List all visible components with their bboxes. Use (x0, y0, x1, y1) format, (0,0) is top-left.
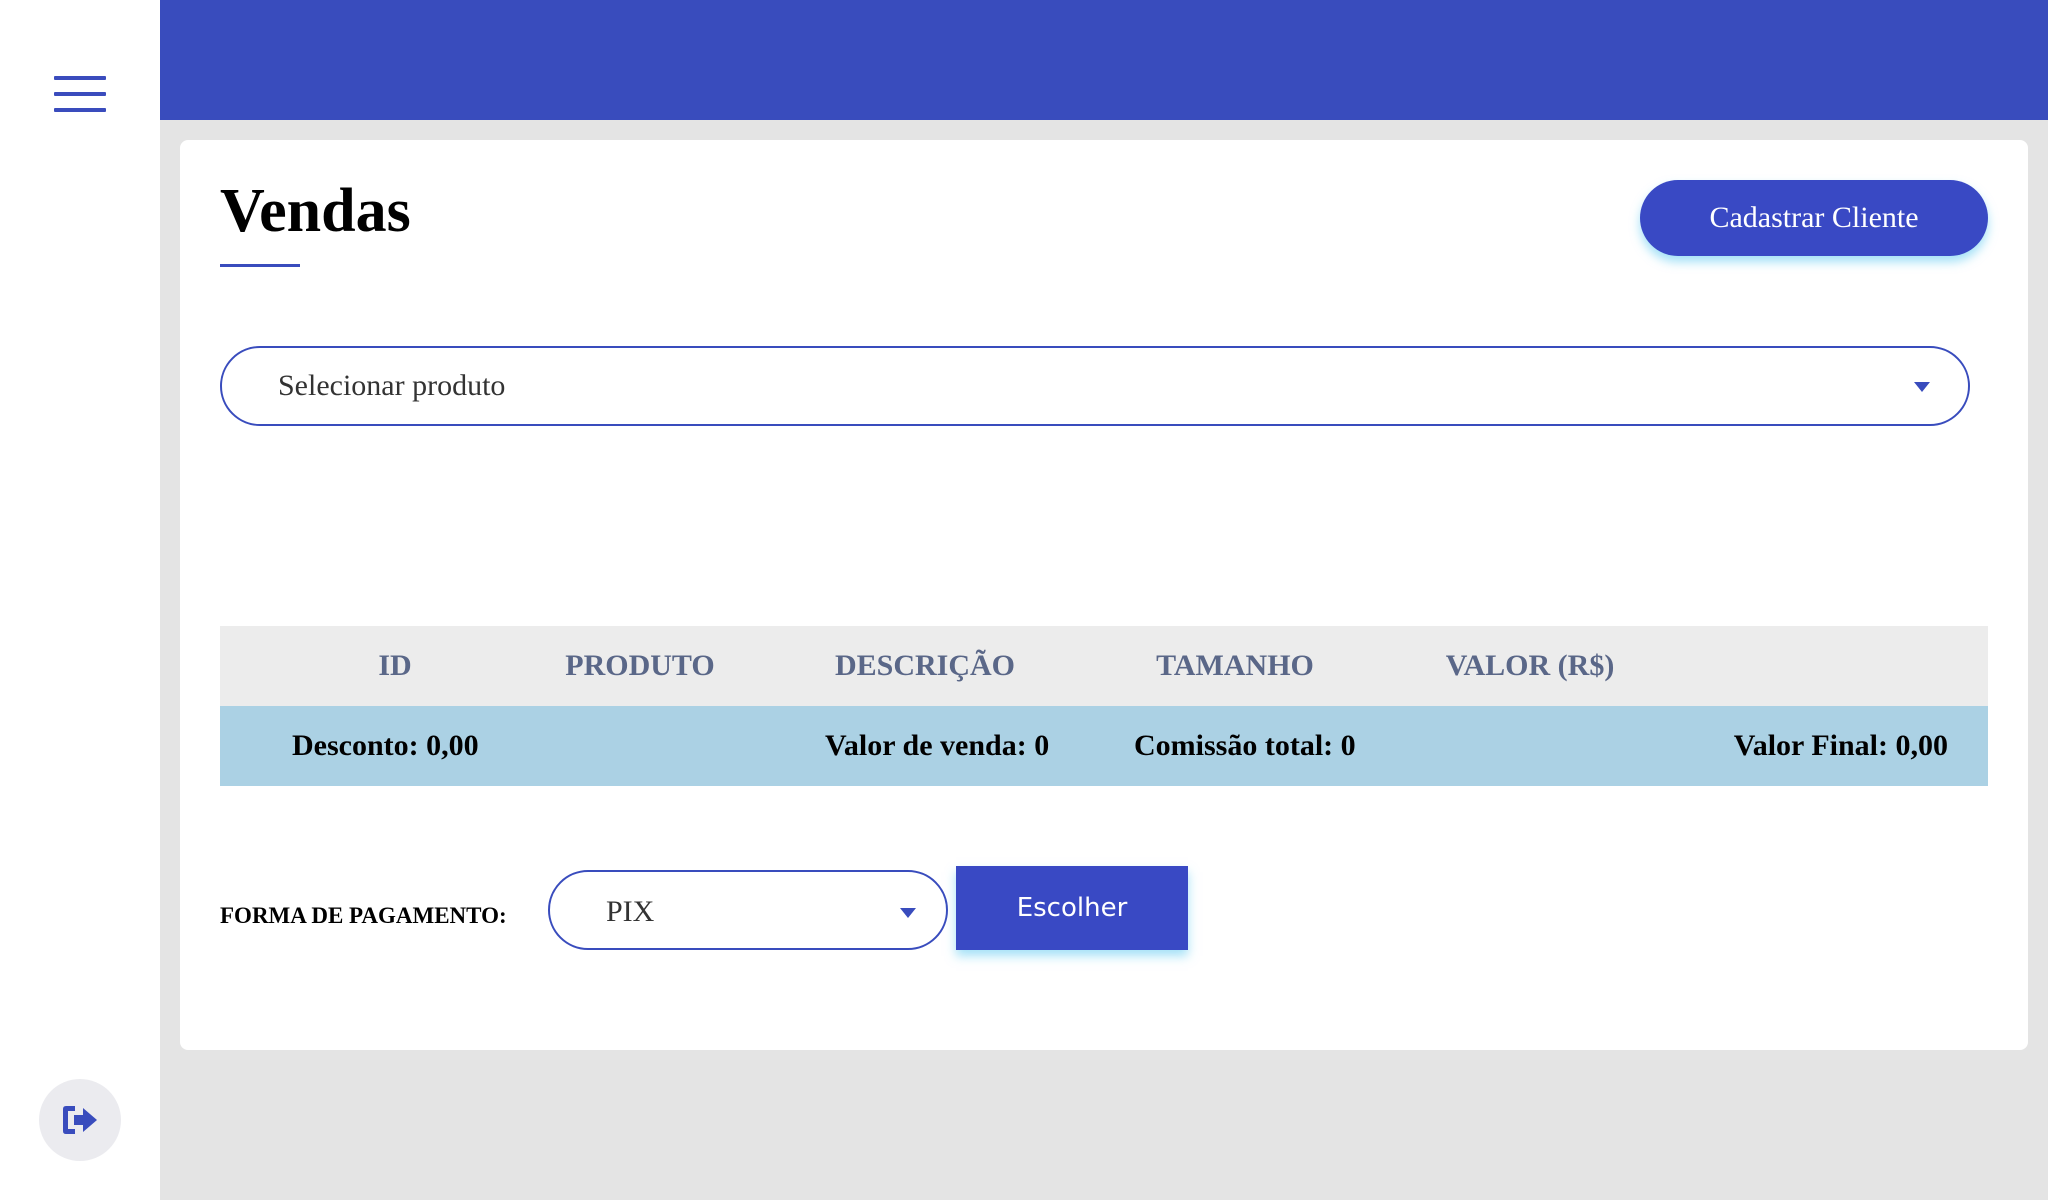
logout-button[interactable] (39, 1079, 121, 1161)
summary-sale-value: Valor de venda: 0 (825, 729, 1050, 762)
chevron-down-icon (900, 908, 916, 918)
register-client-button[interactable]: Cadastrar Cliente (1640, 180, 1988, 256)
sign-out-icon (63, 1106, 97, 1134)
choose-payment-button[interactable]: Escolher (956, 866, 1188, 950)
hamburger-menu-icon[interactable] (54, 76, 106, 114)
column-header-tamanho: TAMANHO (1156, 649, 1314, 682)
product-select[interactable]: Selecionar produto (220, 346, 1970, 426)
column-header-valor: VALOR (R$) (1445, 649, 1615, 682)
table-summary-row: Desconto: 0,00 Valor de venda: 0 Comissã… (220, 706, 1988, 786)
product-select-placeholder: Selecionar produto (278, 369, 506, 402)
top-bar (160, 0, 2048, 120)
column-header-id: ID (378, 649, 412, 682)
chevron-down-icon (1914, 382, 1930, 392)
payment-method-value: PIX (606, 895, 655, 928)
summary-discount: Desconto: 0,00 (292, 729, 479, 762)
column-header-produto: PRODUTO (565, 649, 715, 682)
column-header-descricao: DESCRIÇÃO (834, 649, 1016, 682)
summary-final-value: Valor Final: 0,00 (1733, 729, 1948, 762)
summary-total-commission: Comissão total: 0 (1134, 729, 1356, 762)
table-header: ID PRODUTO DESCRIÇÃO TAMANHO VALOR (R$) (220, 626, 1988, 706)
payment-method-select[interactable]: PIX (548, 870, 948, 950)
title-underline (220, 264, 300, 267)
page-title: Vendas (220, 177, 411, 245)
payment-method-label: FORMA DE PAGAMENTO: (220, 903, 507, 928)
sales-card: Vendas Cadastrar Cliente Selecionar prod… (180, 140, 2028, 1050)
sidebar (0, 0, 160, 1200)
